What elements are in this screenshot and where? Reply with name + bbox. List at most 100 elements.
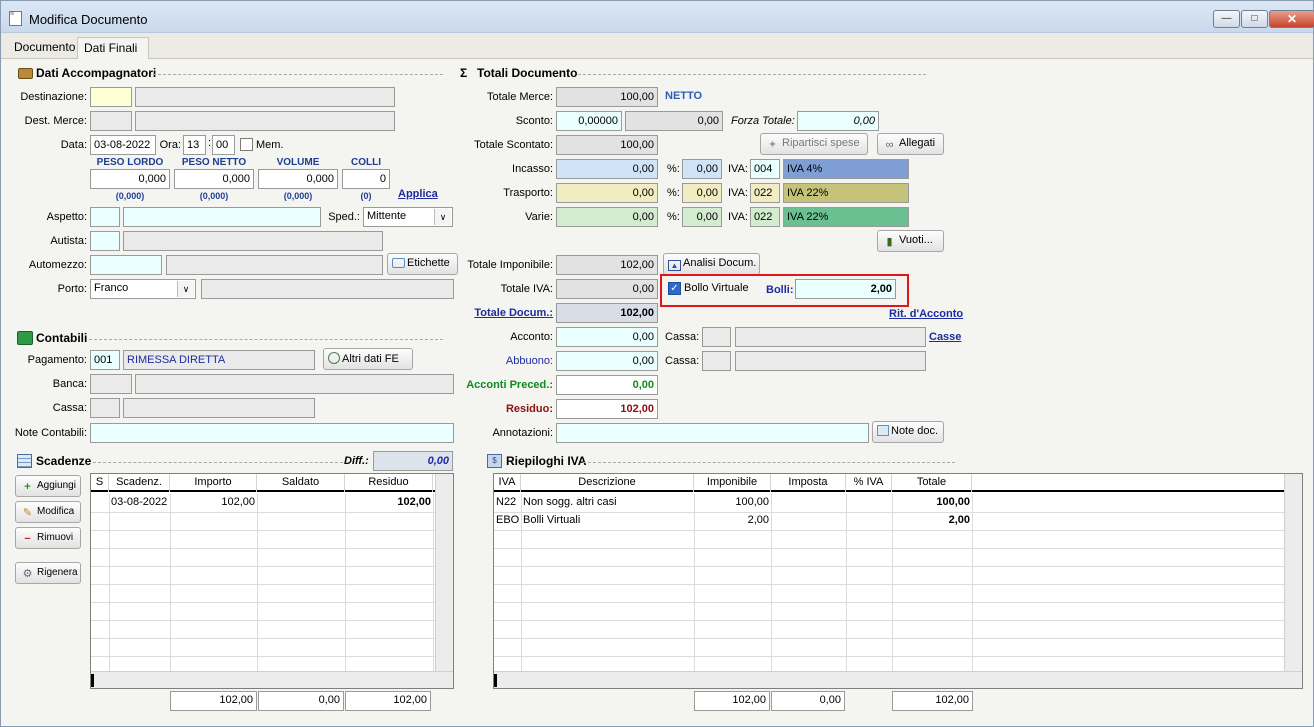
col-header-residuo[interactable]: Residuo: [345, 474, 433, 492]
riepiloghi-scrollbar[interactable]: [1284, 474, 1302, 671]
ora-hour-field[interactable]: 13: [183, 135, 206, 155]
banca-code-field[interactable]: [90, 374, 132, 394]
residuo-value: 102,00: [556, 399, 658, 419]
acconto-field[interactable]: 0,00: [556, 327, 658, 347]
note-contabili-field[interactable]: [90, 423, 454, 443]
col-header-totale[interactable]: Totale: [892, 474, 972, 492]
rimuovi-button[interactable]: − Rimuovi: [15, 527, 81, 549]
totale-docum-link[interactable]: Totale Docum.:: [456, 307, 553, 319]
col-header-iva[interactable]: IVA: [494, 474, 521, 492]
col-header-s[interactable]: S: [91, 474, 109, 492]
abbuono-cassa-desc[interactable]: [735, 351, 926, 371]
allegati-button[interactable]: ∞ Allegati: [877, 133, 944, 155]
abbuono-cassa-code[interactable]: [702, 351, 731, 371]
cassa-desc-field[interactable]: [123, 398, 315, 418]
aspetto-desc-field[interactable]: [123, 207, 321, 227]
abbuono-field[interactable]: 0,00: [556, 351, 658, 371]
bolli-field[interactable]: 2,00: [795, 279, 896, 299]
scrollbar-thumb[interactable]: [91, 674, 94, 687]
grid-row-line: [91, 512, 435, 513]
rit-acconto-link[interactable]: Rit. d'Acconto: [889, 308, 963, 320]
porto-select[interactable]: Franco ∨: [90, 279, 196, 299]
col-header-scadenza[interactable]: Scadenz.: [109, 474, 170, 492]
incasso-pct-field[interactable]: 0,00: [682, 159, 722, 179]
rigenera-button[interactable]: ⚙ Rigenera: [15, 562, 81, 584]
cassa-code-field[interactable]: [90, 398, 120, 418]
riepiloghi-grid[interactable]: IVA Descrizione Imponibile Imposta % IVA…: [493, 473, 1303, 689]
scadenze-scrollbar[interactable]: [435, 474, 453, 671]
col-header-importo[interactable]: Importo: [170, 474, 257, 492]
col-header-pct-iva[interactable]: % IVA: [846, 474, 892, 492]
sconto-pct-field[interactable]: 0,00000: [556, 111, 622, 131]
vuoti-button[interactable]: ▮ Vuoti...: [877, 230, 944, 252]
forza-totale-field[interactable]: 0,00: [797, 111, 879, 131]
maximize-button[interactable]: □: [1241, 10, 1268, 28]
volume-field[interactable]: 0,000: [258, 169, 338, 189]
incasso-iva-code[interactable]: 004: [750, 159, 780, 179]
table-row[interactable]: 03-08-2022 102,00 102,00: [91, 494, 435, 512]
trasporto-field[interactable]: 0,00: [556, 183, 658, 203]
scrollbar-thumb[interactable]: [494, 674, 497, 687]
col-header-descrizione[interactable]: Descrizione: [521, 474, 694, 492]
dest-merce-code-field[interactable]: [90, 111, 132, 131]
residuo-label: Residuo:: [505, 403, 553, 415]
colli-field[interactable]: 0: [342, 169, 390, 189]
peso-netto-field[interactable]: 0,000: [174, 169, 254, 189]
destinazione-code-field[interactable]: [90, 87, 132, 107]
tab-documento[interactable]: Documento: [8, 37, 81, 59]
analisi-docum-button[interactable]: ▲ Analisi Docum.: [663, 253, 760, 275]
aspetto-code-field[interactable]: [90, 207, 120, 227]
automezzo-code-field[interactable]: [90, 255, 162, 275]
table-row[interactable]: N22 Non sogg. altri casi 100,00 100,00: [494, 494, 1284, 512]
autista-code-field[interactable]: [90, 231, 120, 251]
ripartisci-spese-button[interactable]: ✦ Ripartisci spese: [760, 133, 868, 155]
applica-link[interactable]: Applica: [398, 188, 438, 200]
data-field[interactable]: 03-08-2022: [90, 135, 156, 155]
varie-field[interactable]: 0,00: [556, 207, 658, 227]
modifica-button[interactable]: ✎ Modifica: [15, 501, 81, 523]
porto-select-value: Franco: [94, 282, 129, 294]
casse-link[interactable]: Casse: [929, 331, 961, 343]
varie-iva-code[interactable]: 022: [750, 207, 780, 227]
trasporto-pct-field[interactable]: 0,00: [682, 183, 722, 203]
autista-desc-field[interactable]: [123, 231, 383, 251]
col-header-imponibile[interactable]: Imponibile: [694, 474, 771, 492]
annotazioni-field[interactable]: [556, 423, 869, 443]
pagamento-desc-field[interactable]: RIMESSA DIRETTA: [123, 350, 315, 370]
acconto-cassa-code[interactable]: [702, 327, 731, 347]
trasporto-iva-code[interactable]: 022: [750, 183, 780, 203]
note-doc-button[interactable]: Note doc.: [872, 421, 944, 443]
dest-merce-desc-field[interactable]: [135, 111, 395, 131]
ora-label: Ora:: [159, 139, 181, 151]
etichette-button[interactable]: Etichette: [387, 253, 458, 275]
acconto-cassa-desc[interactable]: [735, 327, 926, 347]
pagamento-code-field[interactable]: 001: [90, 350, 120, 370]
note-icon: [877, 425, 889, 436]
sconto-value: 0,00: [625, 111, 723, 131]
automezzo-desc-field[interactable]: [166, 255, 383, 275]
varie-pct-field[interactable]: 0,00: [682, 207, 722, 227]
incasso-iva-label: IVA:: [728, 163, 748, 175]
porto-desc-field[interactable]: [201, 279, 454, 299]
col-header-imposta[interactable]: Imposta: [771, 474, 846, 492]
riepiloghi-horizontal-scrollbar[interactable]: [494, 671, 1302, 688]
table-row[interactable]: EBO Bolli Virtuali 2,00 2,00: [494, 512, 1284, 530]
aggiungi-button[interactable]: + Aggiungi: [15, 475, 81, 497]
section-divider: [578, 74, 926, 75]
incasso-field[interactable]: 0,00: [556, 159, 658, 179]
destinazione-desc-field[interactable]: [135, 87, 395, 107]
ora-minute-field[interactable]: 00: [212, 135, 235, 155]
sped-select[interactable]: Mittente ∨: [363, 207, 453, 227]
scadenze-grid[interactable]: S Scadenz. Importo Saldato Residuo 03-08…: [90, 473, 454, 689]
altri-dati-fe-button[interactable]: Altri dati FE: [323, 348, 413, 370]
tab-dati-finali[interactable]: Dati Finali: [77, 37, 149, 59]
bollo-virtuale-checkbox[interactable]: ✓: [668, 282, 681, 295]
calendar-icon: [17, 454, 32, 468]
mem-checkbox[interactable]: [240, 138, 253, 151]
scadenze-horizontal-scrollbar[interactable]: [91, 671, 453, 688]
close-button[interactable]: ✕: [1269, 10, 1314, 28]
banca-desc-field[interactable]: [135, 374, 454, 394]
minimize-button[interactable]: —: [1213, 10, 1240, 28]
peso-lordo-field[interactable]: 0,000: [90, 169, 170, 189]
col-header-saldato[interactable]: Saldato: [257, 474, 345, 492]
